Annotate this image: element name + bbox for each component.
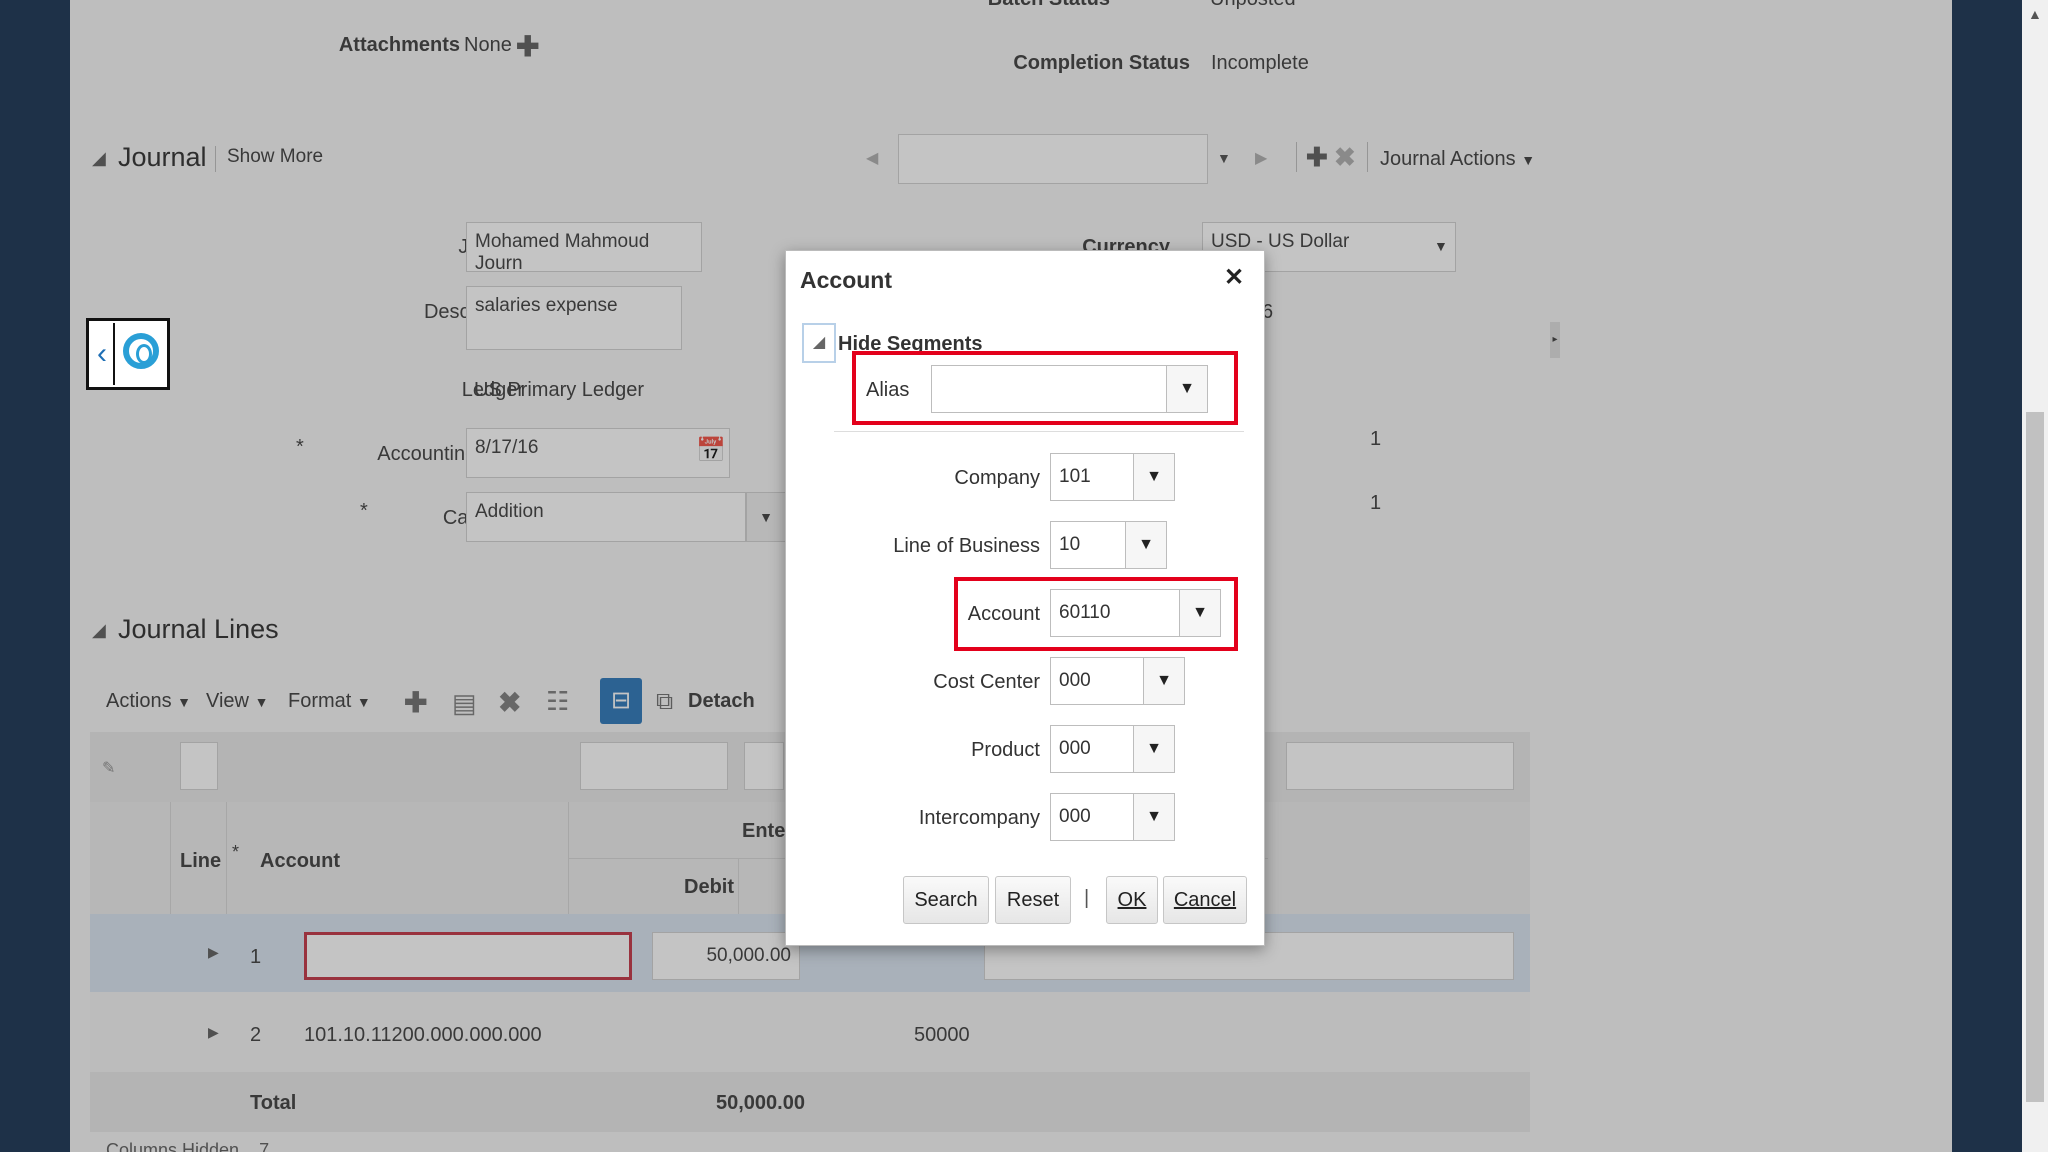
alias-input[interactable] (931, 365, 1167, 413)
chevron-down-icon[interactable]: ▼ (1166, 365, 1208, 413)
dialog-title: Account (800, 267, 892, 293)
chevron-down-icon[interactable]: ▼ (1179, 589, 1221, 637)
intercompany-label: Intercompany (918, 807, 1040, 829)
intercompany-input[interactable]: 000 (1050, 793, 1134, 841)
chevron-down-icon[interactable]: ▼ (1143, 657, 1185, 705)
close-icon[interactable]: ✕ (1224, 263, 1244, 292)
button-separator: | (1084, 887, 1090, 909)
target-icon-inner (136, 344, 152, 364)
cost-center-input[interactable]: 000 (1050, 657, 1144, 705)
floating-nav-widget[interactable]: ‹ (86, 318, 170, 390)
chevron-down-icon[interactable]: ▼ (1133, 725, 1175, 773)
chevron-down-icon[interactable]: ▼ (1125, 521, 1167, 569)
product-label: Product (971, 739, 1040, 761)
search-button[interactable]: Search (903, 876, 989, 924)
page-scrollbar[interactable]: ▲ (2022, 0, 2048, 1152)
scrollbar-thumb[interactable] (2026, 412, 2044, 1102)
scroll-up-icon[interactable]: ▲ (2028, 6, 2042, 22)
account-segment-input[interactable]: 60110 (1050, 589, 1180, 637)
account-segment-label: Account (967, 603, 1040, 625)
line-of-business-label: Line of Business (893, 535, 1040, 557)
cancel-button[interactable]: Cancel (1163, 876, 1247, 924)
account-dialog: Account ✕ ◢ Hide Segments Alias ▼ Compan… (785, 250, 1265, 946)
chevron-down-icon[interactable]: ▼ (1133, 453, 1175, 501)
reset-button[interactable]: Reset (995, 876, 1071, 924)
ok-button[interactable]: OK (1106, 876, 1158, 924)
divider (834, 431, 1244, 432)
chevron-down-icon[interactable]: ▼ (1133, 793, 1175, 841)
target-icon[interactable] (123, 333, 159, 369)
product-input[interactable]: 000 (1050, 725, 1134, 773)
company-label: Company (954, 467, 1040, 489)
company-input[interactable]: 101 (1050, 453, 1134, 501)
collapse-triangle-icon[interactable]: ◢ (802, 323, 836, 363)
cost-center-label: Cost Center (933, 671, 1040, 693)
alias-label: Alias (866, 379, 910, 401)
chevron-left-icon[interactable]: ‹ (91, 323, 115, 385)
line-of-business-input[interactable]: 10 (1050, 521, 1126, 569)
